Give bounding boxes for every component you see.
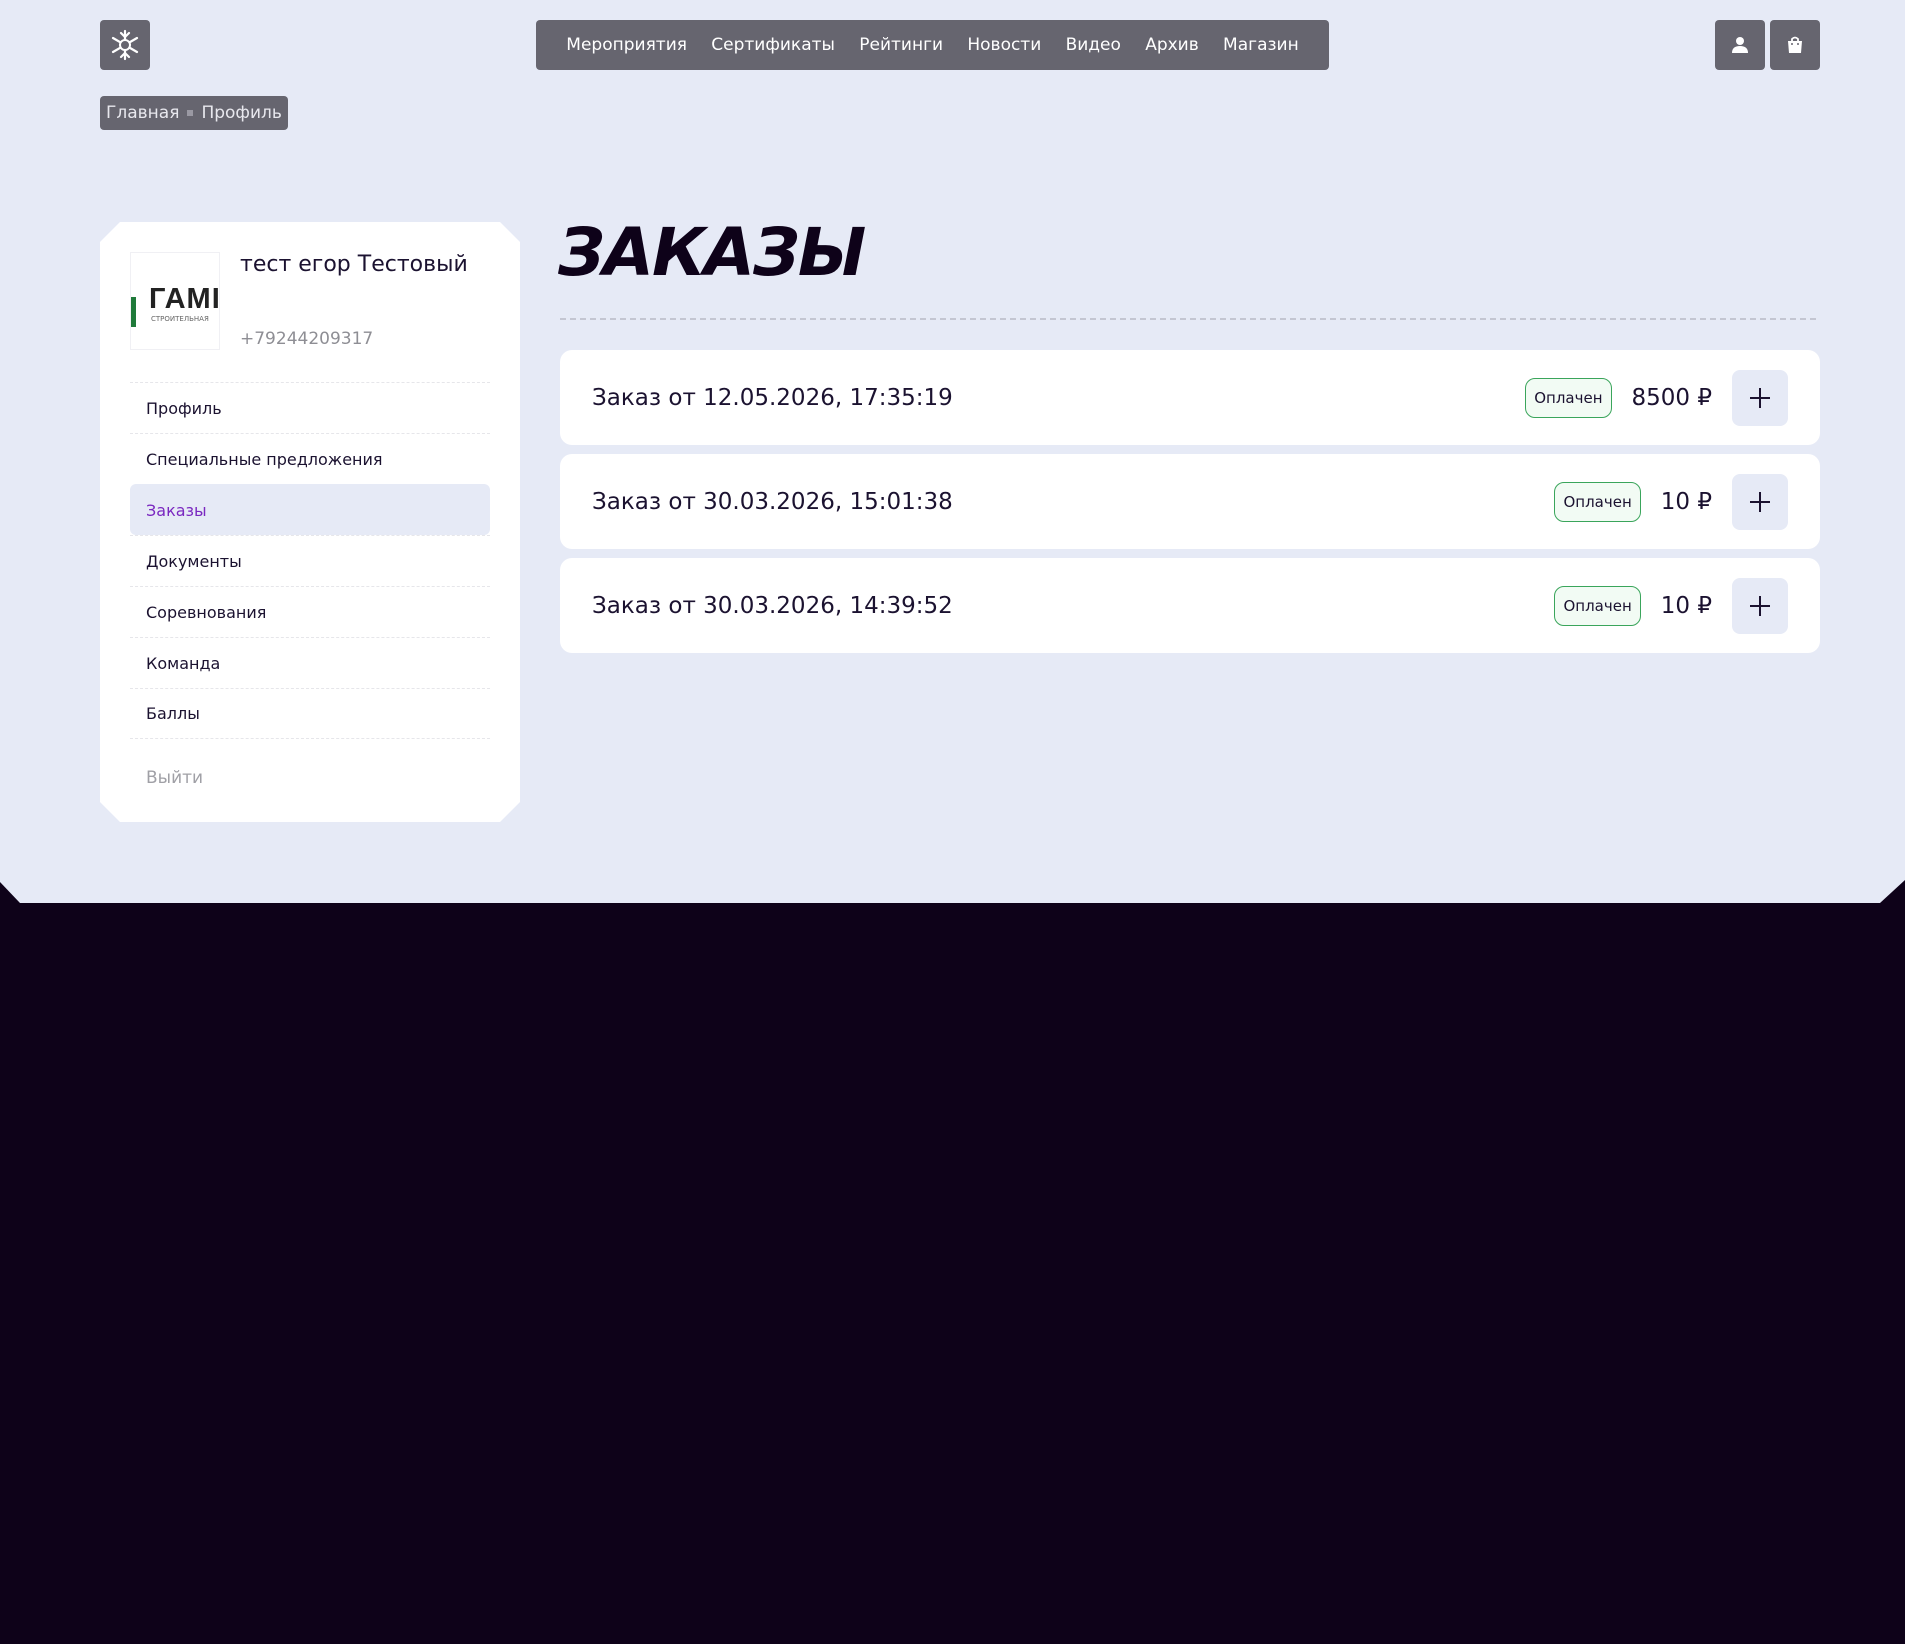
nav-item-ratings[interactable]: Рейтинги (859, 35, 943, 55)
plus-icon (1750, 387, 1770, 408)
nav-item-news[interactable]: Новости (967, 35, 1041, 55)
main-navigation: Мероприятия Сертификаты Рейтинги Новости… (536, 20, 1329, 70)
order-price: 10 ₽ (1660, 592, 1712, 619)
avatar-logo-stripe (131, 297, 136, 327)
nav-item-certificates[interactable]: Сертификаты (711, 35, 835, 55)
sidebar-item-documents[interactable]: Документы (130, 535, 490, 586)
sidebar-item-points[interactable]: Баллы (130, 688, 490, 739)
order-title: Заказ от 30.03.2026, 14:39:52 (592, 592, 953, 619)
expand-order-button[interactable] (1732, 473, 1788, 530)
breadcrumb-separator (187, 110, 194, 116)
plus-icon (1750, 491, 1770, 512)
breadcrumb-current: Профиль (201, 103, 282, 123)
status-badge: Оплачен (1554, 481, 1641, 522)
nav-item-video[interactable]: Видео (1066, 35, 1121, 55)
nav-item-events[interactable]: Мероприятия (566, 35, 687, 55)
sidebar-item-profile[interactable]: Профиль (130, 382, 490, 433)
sidebar-item-team[interactable]: Команда (130, 637, 490, 688)
profile-button[interactable] (1715, 20, 1765, 70)
cart-button[interactable] (1770, 20, 1820, 70)
expand-order-button[interactable] (1732, 577, 1788, 634)
order-row: Заказ от 12.05.2026, 17:35:19 Оплачен 85… (560, 350, 1820, 445)
profile-sidebar: ГАМІ СТРОИТЕЛЬНАЯ тест егор Тестовый +79… (100, 222, 520, 822)
order-title: Заказ от 30.03.2026, 15:01:38 (592, 488, 953, 515)
plus-icon (1750, 595, 1770, 616)
status-badge: Оплачен (1525, 377, 1612, 418)
shopping-bag-icon (1788, 36, 1802, 53)
nav-item-archive[interactable]: Архив (1145, 35, 1199, 55)
expand-order-button[interactable] (1732, 369, 1788, 426)
avatar: ГАМІ СТРОИТЕЛЬНАЯ (130, 252, 220, 350)
status-badge: Оплачен (1554, 585, 1641, 626)
site-logo[interactable] (100, 20, 150, 70)
sidebar-item-competitions[interactable]: Соревнования (130, 586, 490, 637)
nav-item-shop[interactable]: Магазин (1223, 35, 1299, 55)
user-icon (1732, 37, 1748, 53)
footer-area (0, 903, 1905, 1644)
order-title: Заказ от 12.05.2026, 17:35:19 (592, 384, 953, 411)
avatar-logo-text: ГАМІ (149, 283, 220, 315)
sidebar-item-orders[interactable]: Заказы (130, 484, 490, 535)
breadcrumb: Главная Профиль (100, 96, 288, 130)
avatar-logo-subtext: СТРОИТЕЛЬНАЯ (151, 315, 209, 323)
page-title: ЗАКАЗЫ (558, 214, 866, 291)
order-price: 10 ₽ (1660, 488, 1712, 515)
user-phone: +79244209317 (240, 329, 374, 349)
title-divider (560, 318, 1816, 320)
user-name: тест егор Тестовый (240, 252, 468, 277)
breadcrumb-home-link[interactable]: Главная (106, 103, 179, 123)
order-row: Заказ от 30.03.2026, 15:01:38 Оплачен 10… (560, 454, 1820, 549)
order-row: Заказ от 30.03.2026, 14:39:52 Оплачен 10… (560, 558, 1820, 653)
order-price: 8500 ₽ (1631, 384, 1712, 411)
snowflake-star-logo-icon (111, 29, 139, 61)
logout-link[interactable]: Выйти (146, 768, 203, 788)
profile-menu: Профиль Специальные предложения Заказы Д… (130, 382, 490, 739)
sidebar-item-special-offers[interactable]: Специальные предложения (130, 433, 490, 484)
orders-list: Заказ от 12.05.2026, 17:35:19 Оплачен 85… (560, 350, 1820, 662)
